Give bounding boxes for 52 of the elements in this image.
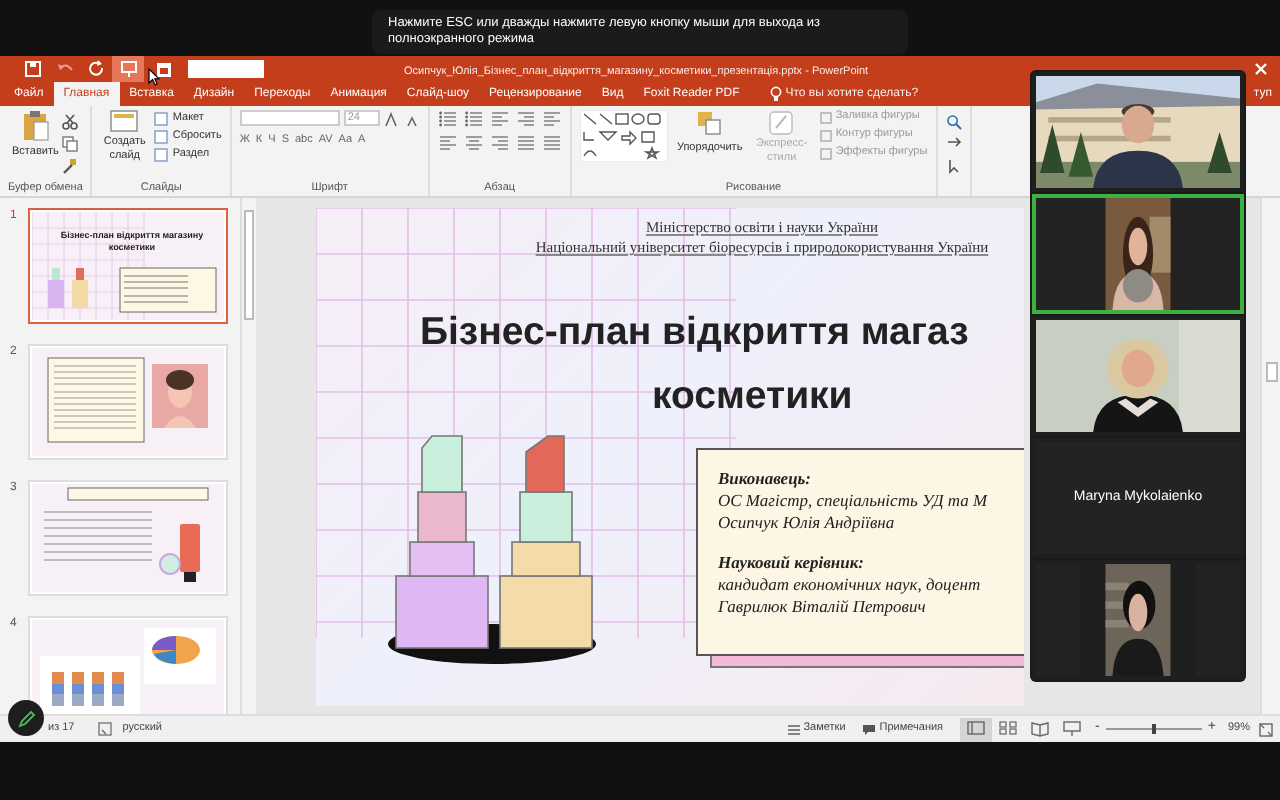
view-normal-icon[interactable] [965,720,986,738]
view-show-icon[interactable] [1061,720,1082,738]
info-text: Осипчук Юлія Андріївна [718,512,897,534]
align-left-icon[interactable] [437,134,458,152]
video-tile[interactable] [1032,560,1244,680]
info-heading: Науковий керівник: [718,552,866,574]
slide-title: Бізнес-план відкриття магаз [420,308,969,358]
info-text: кандидат економічних наук, доцент [718,574,983,596]
lightbulb-icon [769,86,782,102]
spellcheck-icon[interactable] [98,722,115,736]
section-icon [154,147,169,161]
numbering-icon[interactable] [463,110,484,128]
info-heading: Виконавець: [718,468,814,490]
line-spacing-icon[interactable] [541,110,562,128]
columns-icon[interactable] [541,134,562,152]
layout-icon [154,111,169,125]
align-center-icon[interactable] [463,134,484,152]
reset-icon [154,129,169,143]
slide-title: косметики [652,372,853,422]
save-icon[interactable] [23,60,41,78]
find-icon[interactable] [945,114,962,130]
presentation-icon[interactable] [119,60,137,78]
shrink-font-icon[interactable] [403,111,420,125]
indent-icon[interactable] [515,110,536,128]
close-icon[interactable] [1254,62,1268,76]
scrollbar[interactable] [240,198,256,714]
select-icon[interactable] [945,158,962,174]
align-right-icon[interactable] [489,134,510,152]
shapes-gallery[interactable] [579,110,668,162]
info-text: Гаврилюк Віталій Петрович [718,596,928,618]
info-text: ОС Магістр, спеціальність УД та М [718,490,990,512]
video-tile[interactable] [1032,194,1244,314]
refresh-icon[interactable] [87,60,105,78]
view-reading-icon[interactable] [1029,720,1050,738]
font-name-field[interactable] [239,110,340,126]
bullets-icon[interactable] [437,110,458,128]
brush-icon[interactable] [62,158,79,174]
copy-icon[interactable] [62,136,79,152]
toolbar-field[interactable] [188,60,264,78]
justify-icon[interactable] [515,134,536,152]
fit-icon[interactable] [1258,721,1274,737]
layout-icon[interactable] [156,61,172,77]
pencil-icon [17,709,35,727]
indent-icon[interactable] [489,110,510,128]
notes-icon [787,723,800,735]
cursor-icon [148,68,160,86]
grow-font-icon[interactable] [383,111,400,125]
replace-icon[interactable] [945,136,962,152]
view-sorter-icon[interactable] [997,720,1018,738]
comment-icon [861,723,876,735]
scrollbar[interactable] [1260,198,1280,714]
scissors-icon[interactable] [62,114,79,130]
